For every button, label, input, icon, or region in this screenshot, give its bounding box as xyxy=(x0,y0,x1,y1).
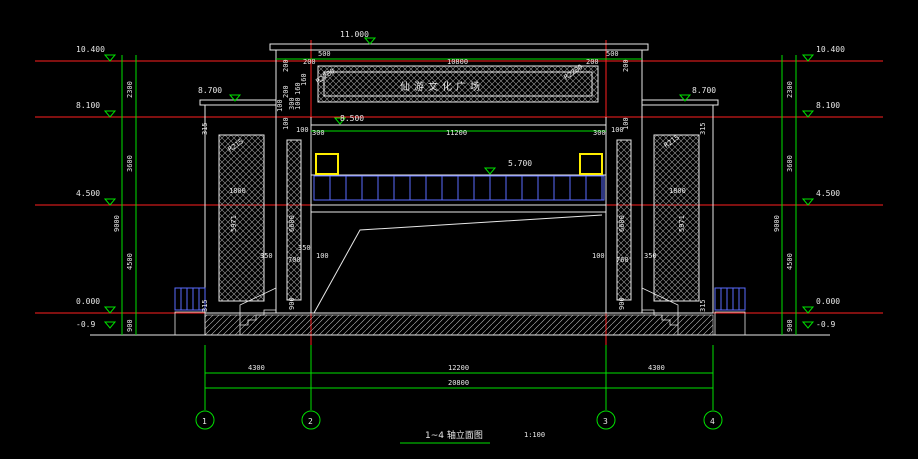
left-side-panel xyxy=(218,134,265,302)
bottom-dim-3: 20800 xyxy=(448,379,469,387)
vdim-right-3: 900 xyxy=(786,319,794,332)
axis-label-3: 3 xyxy=(603,417,608,426)
vdim-left-1: 3600 xyxy=(126,155,134,172)
level-label-right-0: 10.400 xyxy=(816,45,845,54)
bottom-dim-1: 12200 xyxy=(448,364,469,372)
pier-dim-0: 1800 xyxy=(229,187,246,195)
axis-label-4: 4 xyxy=(710,417,715,426)
right-rail-box xyxy=(714,287,746,311)
pier-dim-17: 900 xyxy=(288,297,296,310)
right-eave xyxy=(641,99,719,106)
vdim-left-4: 9000 xyxy=(113,215,121,232)
level-label-left-4: -0.9 xyxy=(76,320,95,329)
pier-dim-18: 900 xyxy=(618,297,626,310)
vdim-right-2: 4500 xyxy=(786,253,794,270)
level-label-left-0: 10.400 xyxy=(76,45,105,54)
mid-level-5700: 5.700 xyxy=(508,159,532,168)
top-dim-1: 10800 xyxy=(447,58,468,66)
vdim-right-0: 2300 xyxy=(786,81,794,98)
stack-dim-1: 300 xyxy=(288,97,296,110)
pier-dim-11: 100 xyxy=(316,252,329,260)
mid-level-8500: 8.500 xyxy=(340,114,364,123)
axis-label-1: 1 xyxy=(202,417,207,426)
top-dim-4: 200 xyxy=(586,58,599,66)
cad-drawing-canvas: 10.400 8.100 4.500 0.000 -0.9 10.400 8.1… xyxy=(0,0,918,459)
pier-dim-12: 100 xyxy=(592,252,605,260)
top-dim-0: 500 xyxy=(318,50,331,58)
pier-dim-19: 200 xyxy=(282,59,290,72)
bottom-dim-0: 4300 xyxy=(248,364,265,372)
pier-dim-16: 315 xyxy=(699,299,707,312)
stack-dim-2: 100 xyxy=(276,99,284,112)
pier-dim-4: 6600 xyxy=(288,215,296,232)
pier-dim-6: 350 xyxy=(260,252,273,260)
pier-dim-14: 315 xyxy=(699,122,707,135)
pier-dim-8: 350 xyxy=(644,252,657,260)
elevation-drawing: 10.400 8.100 4.500 0.000 -0.9 10.400 8.1… xyxy=(35,30,883,444)
level-label-right-1: 8.100 xyxy=(816,101,840,110)
level-label-right-2: 4.500 xyxy=(816,189,840,198)
level-label-right-4: -0.9 xyxy=(816,320,835,329)
left-window xyxy=(315,153,339,175)
pier-dim-2: 5971 xyxy=(230,215,238,232)
pier-dim-3: 5971 xyxy=(678,215,686,232)
left-eave xyxy=(199,99,277,106)
drawing-title: 1~4 轴立面图 xyxy=(425,429,483,441)
opening-outline xyxy=(313,214,603,314)
top-dim-2: 500 xyxy=(606,50,619,58)
level-label-left-2: 4.500 xyxy=(76,189,100,198)
stack-dim-3: 160 xyxy=(300,73,308,86)
axis-label-2: 2 xyxy=(308,417,313,426)
right-side-panel xyxy=(653,134,700,302)
vdim-right-4: 9000 xyxy=(773,215,781,232)
pier-dim-22: 100 xyxy=(622,117,630,130)
axis-markers xyxy=(195,410,723,430)
inner-dim-2: 300 xyxy=(593,129,606,137)
right-window xyxy=(579,153,603,175)
pier-dim-20: 200 xyxy=(622,59,630,72)
plinth-hatch xyxy=(204,314,714,336)
vdim-left-0: 2300 xyxy=(126,81,134,98)
pier-dim-10: 760 xyxy=(616,256,629,264)
pier-dim-1: 1800 xyxy=(669,187,686,195)
pier-dim-21: 100 xyxy=(282,117,290,130)
vdim-left-3: 900 xyxy=(126,319,134,332)
pier-dim-7: 350 xyxy=(298,244,311,252)
inner-dim-1: 300 xyxy=(312,129,325,137)
sign-text: 仙游文化广场 xyxy=(400,80,484,93)
level-label-left-3: 0.000 xyxy=(76,297,100,306)
vdim-right-1: 3600 xyxy=(786,155,794,172)
inner-dim-0: 11200 xyxy=(446,129,467,137)
vdim-left-2: 4500 xyxy=(126,253,134,270)
drawing-scale: 1:100 xyxy=(524,431,545,439)
pier-dim-15: 315 xyxy=(201,299,209,312)
stack-dim-0: 200 xyxy=(282,85,290,98)
pier-dim-5: 6600 xyxy=(618,215,626,232)
eave-level-right: 8.700 xyxy=(692,86,716,95)
level-label-left-1: 8.100 xyxy=(76,101,100,110)
bridge-railing xyxy=(313,175,605,201)
text-labels: 10.400 8.100 4.500 0.000 -0.9 10.400 8.1… xyxy=(76,30,845,441)
top-dim-3: 200 xyxy=(303,58,316,66)
pier-dim-9: 700 xyxy=(288,256,301,264)
eave-level-left: 8.700 xyxy=(198,86,222,95)
level-label-right-3: 0.000 xyxy=(816,297,840,306)
inner-dim-3: 100 xyxy=(296,126,309,134)
bottom-dim-2: 4300 xyxy=(648,364,665,372)
pier-dim-13: 315 xyxy=(201,122,209,135)
roof-top-dim: 11.000 xyxy=(340,30,369,39)
